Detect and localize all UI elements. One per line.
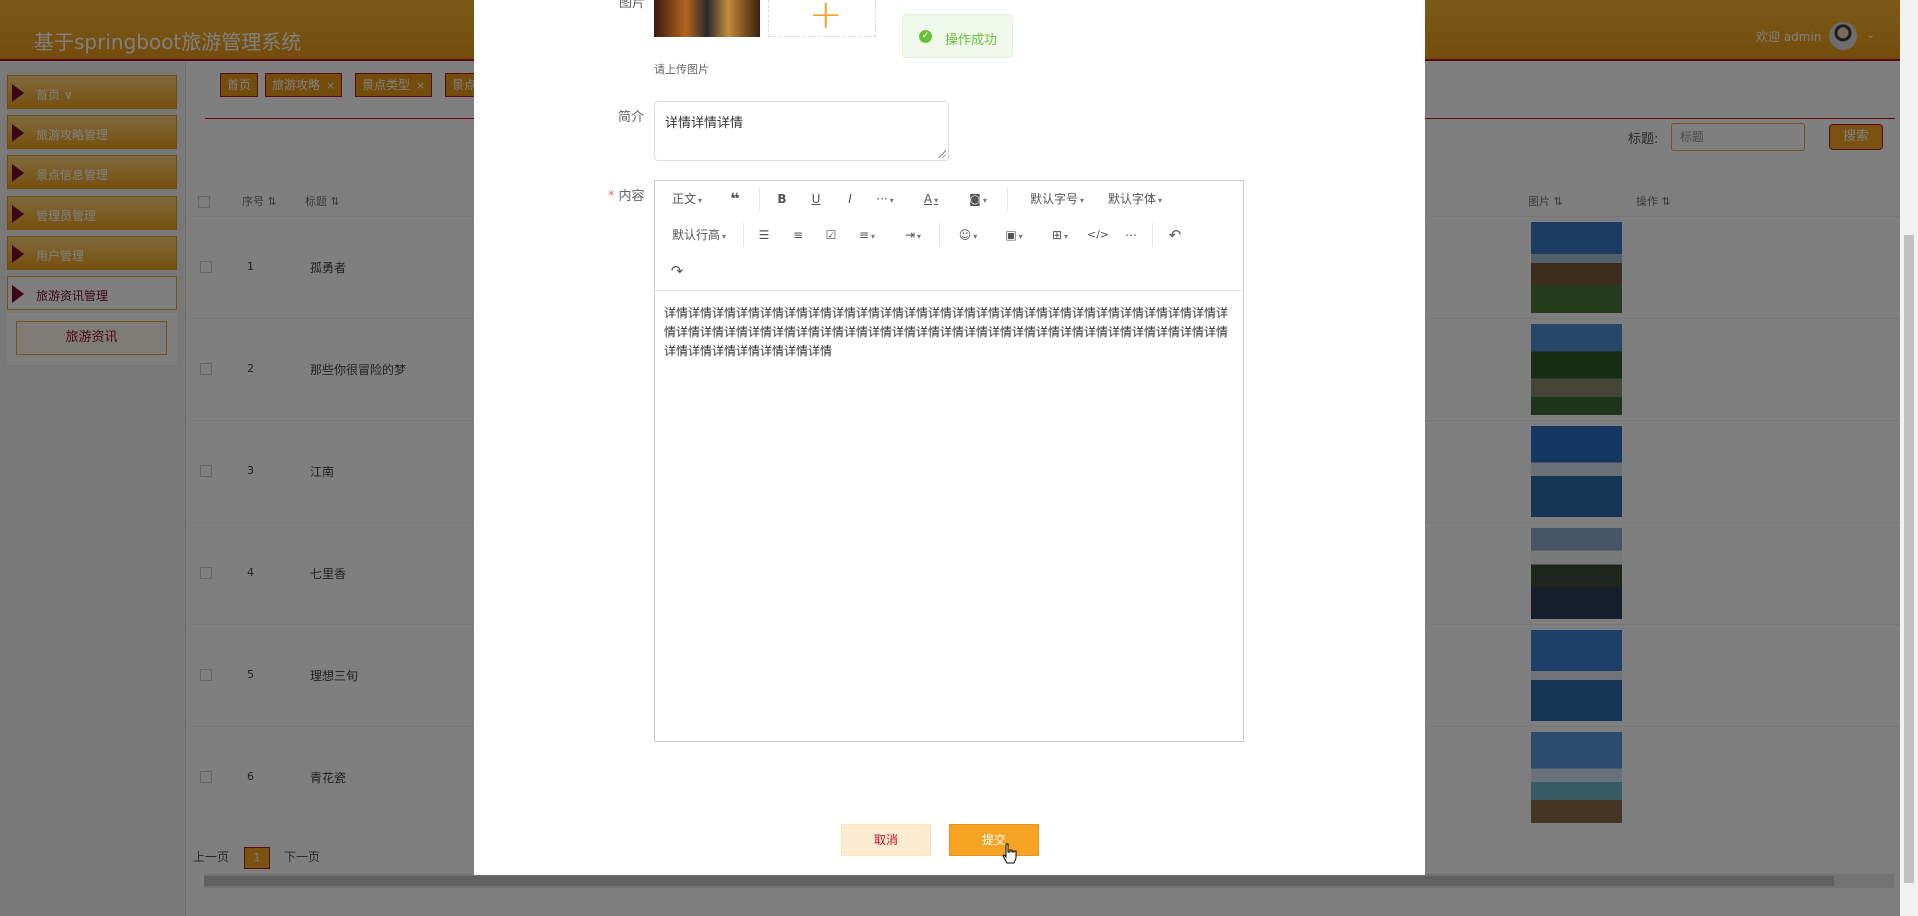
editor-toolbar: 正文 ▾ ❝ B U I ··· ▾ A ▾ ◙ ▾ 默认字号 ▾ 默认字体 ▾ 默认行高 ▾…	[655, 181, 1243, 291]
code-icon[interactable]: </>	[1087, 225, 1109, 245]
paragraph-label: 正文	[671, 192, 696, 206]
redo-icon[interactable]: ↷	[667, 261, 687, 281]
line-height-select[interactable]: 默认行高 ▾	[669, 225, 729, 245]
divider-icon[interactable]: ⋯	[1121, 225, 1141, 245]
indent-icon[interactable]: ⇥ ▾	[901, 225, 925, 245]
required-marker: *	[608, 189, 615, 204]
intro-textarea[interactable]: 详情详情详情	[654, 101, 949, 161]
italic-icon[interactable]: I	[841, 189, 859, 209]
editor-content[interactable]: 详情详情详情详情详情详情详情详情详情详情详情详情详情详情详情详情详情详情详情详情…	[664, 304, 1236, 361]
toolbar-separator	[1152, 223, 1153, 247]
cancel-button[interactable]: 取消	[841, 824, 931, 856]
table-icon[interactable]: ⊞ ▾	[1047, 225, 1073, 245]
rich-text-editor[interactable]: 正文 ▾ ❝ B U I ··· ▾ A ▾ ◙ ▾ 默认字号 ▾ 默认字体 ▾ 默认行高 ▾…	[654, 180, 1244, 742]
emoji-icon[interactable]: ☺ ▾	[955, 225, 981, 245]
submit-button[interactable]: 提交	[949, 824, 1039, 856]
undo-icon[interactable]: ↶	[1165, 225, 1185, 245]
toolbar-separator	[743, 223, 744, 247]
vertical-scrollbar[interactable]	[1900, 0, 1918, 916]
hand-cursor-icon	[1002, 843, 1017, 864]
bullet-list-icon[interactable]: ☰	[755, 225, 773, 245]
intro-field-label: 简介	[618, 110, 645, 125]
content-field-label: * 内容	[608, 185, 645, 204]
font-color-icon[interactable]: A ▾	[919, 189, 943, 209]
toast-message: 操作成功	[945, 33, 998, 48]
uploaded-image[interactable]	[654, 0, 760, 37]
image-field-label: 图片	[619, 0, 646, 11]
font-family-label: 默认字体	[1107, 192, 1156, 206]
bold-icon[interactable]: B	[773, 189, 791, 209]
upload-hint: 请上传图片	[654, 63, 709, 76]
edit-dialog: 图片 + 请上传图片 ✓ 操作成功 简介 详情详情详情 * 内容 正文 ▾ ❝ B …	[474, 0, 1425, 875]
toolbar-separator	[759, 187, 760, 211]
quote-icon[interactable]: ❝	[725, 189, 745, 209]
more-icon[interactable]: ··· ▾	[873, 189, 897, 209]
check-circle-icon: ✓	[919, 30, 932, 43]
font-family-select[interactable]: 默认字体 ▾	[1105, 189, 1165, 209]
resize-handle[interactable]	[938, 150, 946, 158]
font-size-select[interactable]: 默认字号 ▾	[1027, 189, 1087, 209]
underline-icon[interactable]: U	[807, 189, 825, 209]
success-toast: ✓ 操作成功	[902, 14, 1013, 58]
image-icon[interactable]: ▣ ▾	[1001, 225, 1027, 245]
intro-value: 详情详情详情	[665, 116, 744, 131]
plus-icon[interactable]: +	[809, 0, 843, 38]
content-label-text: 内容	[618, 189, 645, 204]
checklist-icon[interactable]: ☑	[822, 225, 840, 245]
align-icon[interactable]: ≡ ▾	[855, 225, 879, 245]
line-height-label: 默认行高	[671, 228, 720, 242]
toolbar-separator	[939, 223, 940, 247]
scrollbar-thumb[interactable]	[1904, 235, 1914, 883]
toolbar-separator	[1007, 187, 1008, 211]
highlight-icon[interactable]: ◙ ▾	[965, 189, 991, 209]
numbered-list-icon[interactable]: ≡	[789, 225, 807, 245]
font-size-label: 默认字号	[1029, 192, 1078, 206]
paragraph-select[interactable]: 正文 ▾	[669, 189, 705, 209]
